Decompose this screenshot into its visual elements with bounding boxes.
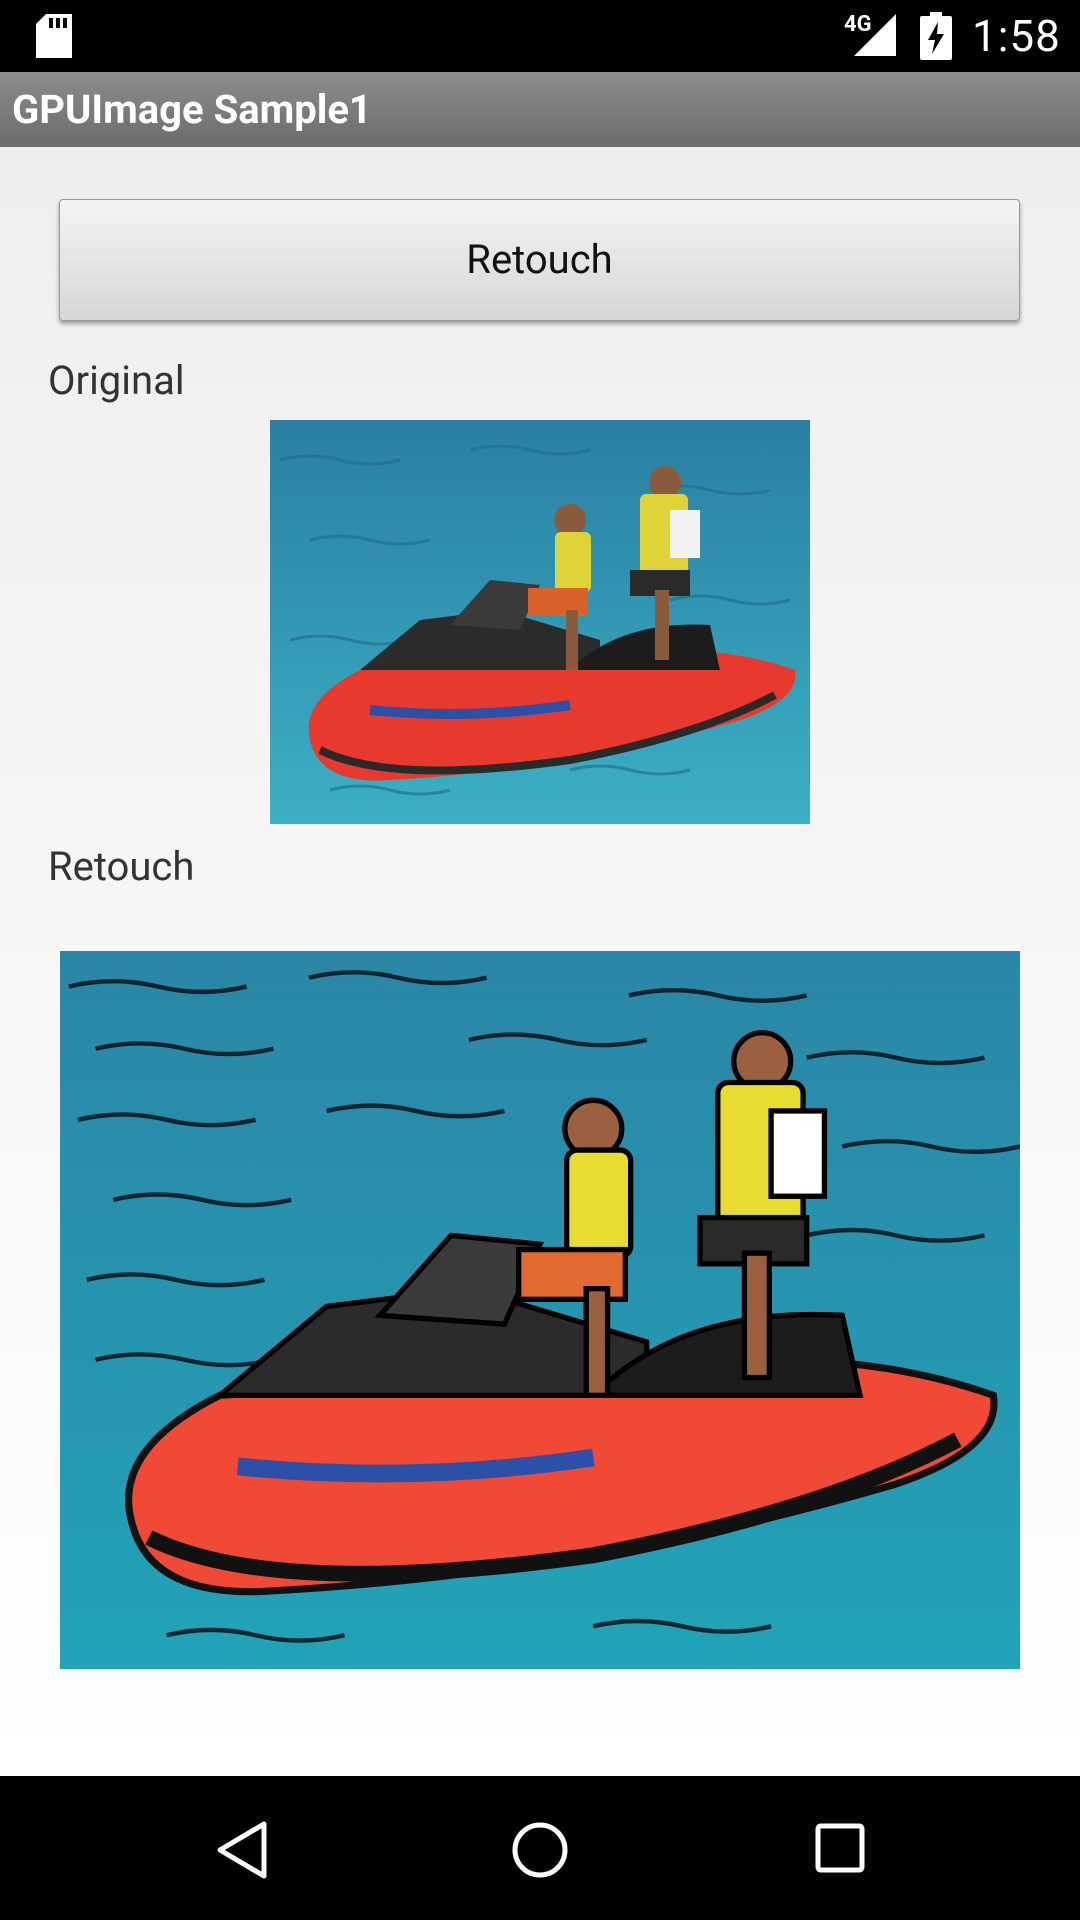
retouch-label: Retouch bbox=[48, 843, 195, 890]
main-content: Retouch Original Retouch bbox=[0, 147, 1080, 1776]
retouched-image bbox=[60, 951, 1020, 1669]
status-bar: 4G 1:58 bbox=[0, 0, 1080, 72]
original-label: Original bbox=[48, 357, 185, 404]
retouch-button[interactable]: Retouch bbox=[59, 199, 1020, 321]
home-icon[interactable] bbox=[510, 1820, 570, 1880]
action-bar: GPUImage Sample1 bbox=[0, 72, 1080, 147]
recents-icon[interactable] bbox=[814, 1822, 866, 1874]
app-title: GPUImage Sample1 bbox=[12, 86, 372, 133]
signal-icon bbox=[854, 14, 896, 56]
battery-charging-icon bbox=[920, 12, 952, 60]
original-image bbox=[270, 420, 810, 824]
navigation-bar bbox=[0, 1776, 1080, 1920]
status-time: 1:58 bbox=[972, 10, 1061, 62]
sd-card-icon bbox=[36, 14, 72, 58]
back-icon[interactable] bbox=[214, 1820, 270, 1880]
